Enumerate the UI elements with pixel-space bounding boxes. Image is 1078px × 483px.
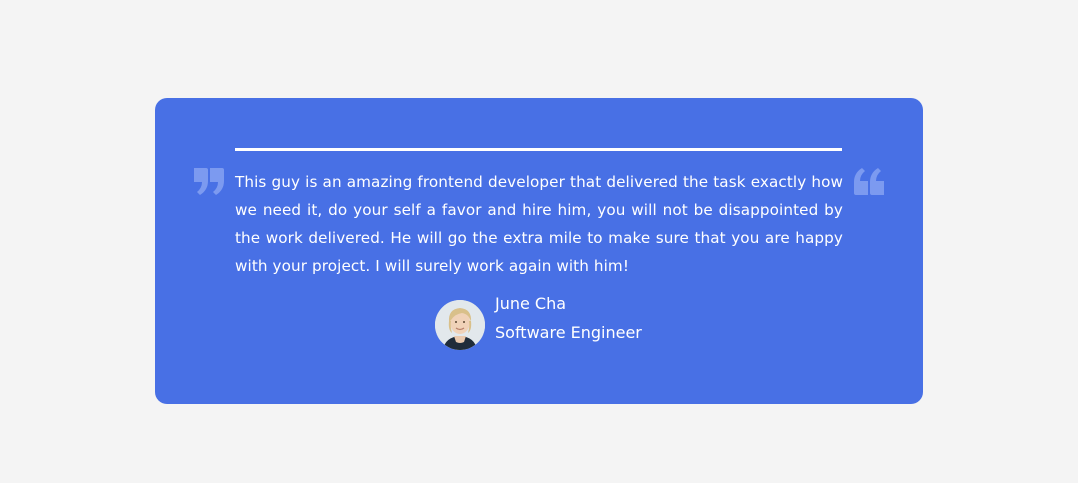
author-role: Software Engineer [495, 323, 642, 342]
testimonial-text: This guy is an amazing frontend develope… [235, 173, 843, 275]
divider-line [235, 148, 842, 151]
testimonial-card: This guy is an amazing frontend develope… [155, 98, 923, 404]
avatar [435, 300, 485, 350]
opening-quote-icon [853, 168, 885, 195]
closing-quote-icon [193, 168, 225, 195]
author-name: June Cha [495, 294, 567, 313]
